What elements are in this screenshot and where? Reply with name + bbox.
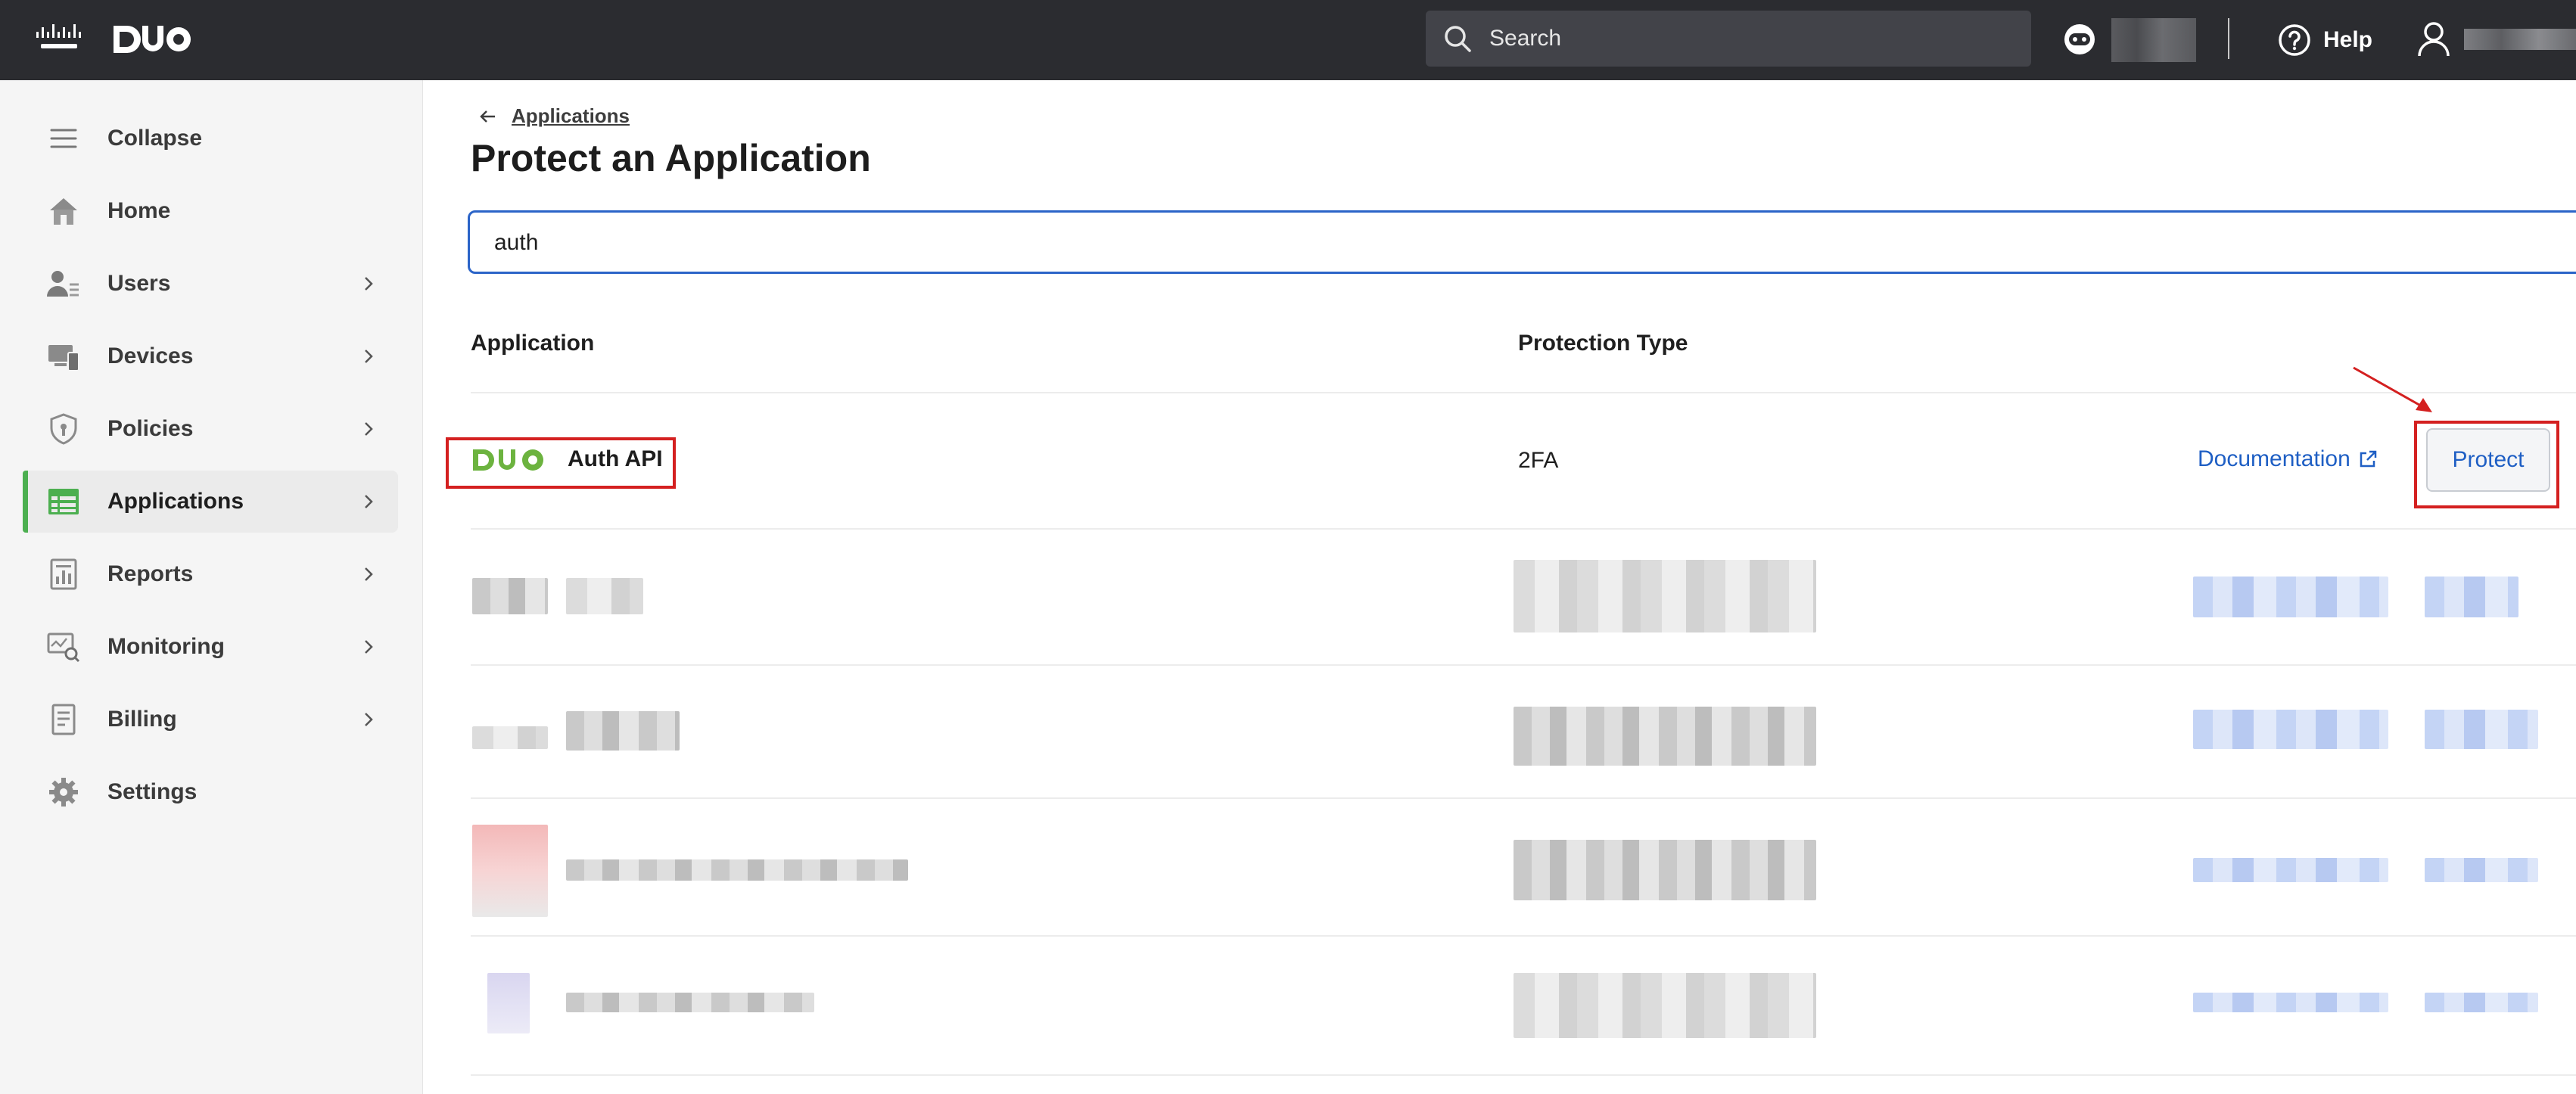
column-header-application: Application: [471, 331, 595, 356]
redacted-protection-type: [1514, 560, 1816, 632]
sidebar-item-settings[interactable]: Settings: [23, 761, 398, 823]
sidebar: Collapse Home Users Devices Policies App…: [0, 80, 423, 1094]
divider: [2228, 18, 2229, 59]
sidebar-item-billing[interactable]: Billing: [23, 688, 398, 751]
divider: [471, 1074, 2576, 1076]
column-header-protection-type: Protection Type: [1518, 331, 1688, 356]
redacted-app-icon: [472, 726, 548, 749]
duo-logo[interactable]: [112, 24, 191, 54]
sidebar-item-reports[interactable]: Reports: [23, 543, 398, 605]
question-circle-icon: [2279, 24, 2310, 56]
sidebar-item-label: Settings: [107, 779, 198, 804]
home-icon: [50, 198, 77, 225]
breadcrumb: Applications: [478, 104, 630, 128]
sidebar-item-collapse[interactable]: Collapse: [23, 107, 398, 169]
sidebar-item-policies[interactable]: Policies: [23, 398, 398, 460]
page-title: Protect an Application: [471, 137, 871, 179]
sidebar-item-home[interactable]: Home: [23, 180, 398, 242]
monitoring-icon: [47, 632, 80, 663]
sidebar-item-label: Devices: [107, 343, 194, 368]
users-icon: [47, 271, 79, 297]
sidebar-item-label: Reports: [107, 561, 194, 586]
hamburger-icon: [50, 129, 77, 148]
redacted-documentation-link: [2193, 710, 2388, 749]
highlight-box: [446, 437, 676, 489]
account-bot-icon[interactable]: [2063, 23, 2096, 56]
redacted-app-icon: [487, 973, 530, 1033]
redacted-app-name: [566, 711, 680, 751]
redacted-app-name: [566, 993, 814, 1012]
sidebar-item-devices[interactable]: Devices: [23, 325, 398, 387]
documentation-label: Documentation: [2198, 446, 2350, 471]
redacted-action-button: [2425, 858, 2538, 882]
application-search-field[interactable]: [468, 210, 2576, 274]
sidebar-item-label: Collapse: [107, 126, 203, 151]
redacted-app-icon: [472, 578, 548, 614]
active-indicator: [23, 471, 28, 533]
user-icon[interactable]: [2417, 21, 2450, 57]
divider: [471, 528, 2576, 530]
redacted-documentation-link: [2193, 858, 2388, 882]
search-icon: [1445, 26, 1471, 52]
global-search[interactable]: [1426, 11, 2031, 67]
application-search-input[interactable]: [493, 229, 2463, 256]
shield-icon: [50, 413, 77, 445]
redacted-protection-type: [1514, 973, 1816, 1038]
sidebar-item-label: Policies: [107, 416, 194, 441]
redacted-documentation-link: [2193, 577, 2388, 617]
highlight-box: [2414, 421, 2559, 508]
redacted-action-button: [2425, 710, 2538, 749]
sidebar-item-label: Users: [107, 271, 171, 296]
account-name-redacted[interactable]: [2111, 18, 2196, 62]
search-input[interactable]: [1488, 25, 2005, 52]
sidebar-item-label: Billing: [107, 707, 177, 732]
redacted-action-button: [2425, 993, 2538, 1012]
user-name-redacted[interactable]: [2464, 29, 2576, 50]
help-button[interactable]: Help: [2278, 20, 2372, 61]
chevron-right-icon: [365, 567, 373, 581]
reports-icon: [50, 558, 77, 590]
redacted-app-name: [566, 578, 643, 614]
sidebar-item-monitoring[interactable]: Monitoring: [23, 616, 398, 678]
chevron-right-icon: [365, 277, 373, 291]
sidebar-item-users[interactable]: Users: [23, 253, 398, 315]
redacted-documentation-link: [2193, 993, 2388, 1012]
documentation-link[interactable]: Documentation: [2198, 446, 2378, 472]
annotation-arrow-icon: [2353, 366, 2432, 412]
chevron-right-icon: [365, 350, 373, 363]
redacted-app-name: [566, 859, 908, 881]
chevron-right-icon: [365, 422, 373, 436]
breadcrumb-applications-link[interactable]: Applications: [512, 104, 630, 128]
redacted-app-icon: [472, 825, 548, 917]
top-bar: Help: [0, 0, 2576, 80]
arrow-left-icon[interactable]: [478, 107, 498, 126]
sidebar-item-label: Home: [107, 198, 171, 223]
cisco-logo[interactable]: [35, 23, 83, 53]
protection-type: 2FA: [1518, 448, 1559, 473]
chevron-right-icon: [365, 495, 373, 508]
sidebar-item-label: Applications: [107, 489, 244, 514]
divider: [471, 797, 2576, 799]
billing-icon: [51, 704, 76, 735]
divider: [471, 392, 2576, 393]
applications-icon: [48, 489, 79, 514]
devices-icon: [48, 345, 79, 371]
sidebar-item-applications[interactable]: Applications: [23, 471, 398, 533]
sidebar-item-label: Monitoring: [107, 634, 225, 659]
chevron-right-icon: [365, 713, 373, 726]
external-link-icon: [2360, 450, 2377, 468]
redacted-protection-type: [1514, 840, 1816, 900]
redacted-protection-type: [1514, 707, 1816, 766]
chevron-right-icon: [365, 640, 373, 654]
gear-icon: [49, 778, 78, 807]
help-label: Help: [2323, 27, 2373, 52]
divider: [471, 935, 2576, 937]
redacted-action-button: [2425, 577, 2518, 617]
divider: [471, 664, 2576, 666]
